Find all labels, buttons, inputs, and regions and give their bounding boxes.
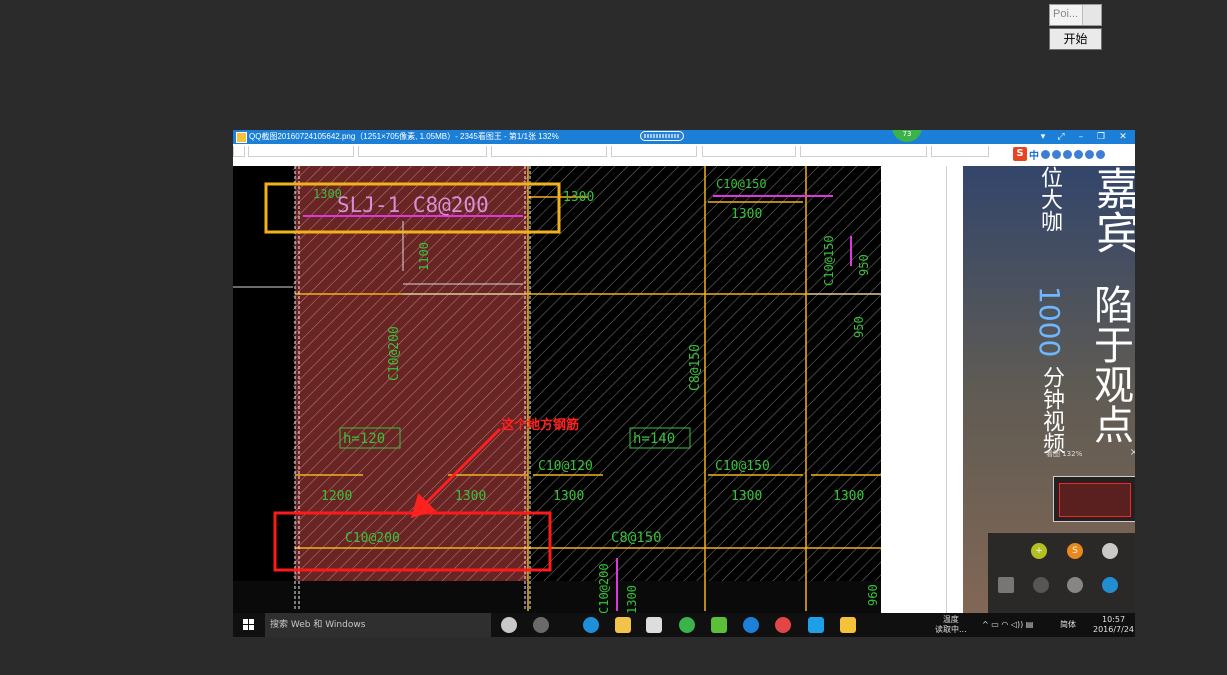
edge-icon[interactable]	[583, 617, 599, 633]
cad-label: 1300	[731, 207, 762, 222]
cad-label: 1200	[321, 489, 352, 504]
ad-big-text: 陷于观点	[1087, 284, 1133, 444]
toolbar-tab[interactable]	[800, 146, 927, 157]
weather-widget[interactable]: 温度 读取中...	[935, 615, 967, 635]
ad-blue-number: 1000	[1033, 286, 1066, 358]
plus-app-icon[interactable]	[808, 617, 824, 633]
restore-icon[interactable]: ❐	[1093, 130, 1109, 144]
display-icon[interactable]	[998, 577, 1014, 593]
cad-label: 1300	[563, 190, 594, 205]
thumbnail-label: 看图 132%	[1046, 450, 1083, 458]
g-app-icon[interactable]	[743, 617, 759, 633]
point-input-dropdown[interactable]	[1082, 5, 1101, 25]
cad-label: 1300	[455, 489, 486, 504]
toolbar-tab[interactable]	[248, 146, 354, 157]
iqiyi-icon[interactable]	[711, 617, 727, 633]
tray-overflow-popup: + S	[988, 533, 1135, 613]
toolbar-tab[interactable]	[358, 146, 487, 157]
cad-label: 950	[852, 316, 866, 338]
ime-mode[interactable]: 中	[1029, 147, 1039, 162]
cad-label: 1300	[833, 489, 864, 504]
progress-bar	[640, 131, 684, 141]
fullscreen-icon[interactable]: ⤢	[1053, 130, 1069, 144]
toolbar-tab[interactable]	[491, 146, 607, 157]
search-box[interactable]: 搜索 Web 和 Windows	[265, 613, 491, 637]
toolbar-tab[interactable]	[931, 146, 989, 157]
punctuation-icon[interactable]	[1052, 149, 1061, 159]
cad-label: h=120	[343, 431, 385, 447]
user-icon[interactable]	[1074, 149, 1083, 159]
ime-toolbar[interactable]: S 中	[1013, 147, 1105, 162]
speed-badge[interactable]: 73	[892, 130, 922, 142]
windows-start-icon[interactable]	[233, 613, 265, 637]
g-app2-icon[interactable]	[775, 617, 791, 633]
cad-label: C10@150	[716, 177, 767, 191]
cad-label: C8@150	[611, 530, 662, 546]
cad-label: 950	[857, 254, 871, 276]
sync-icon[interactable]: S	[1067, 543, 1083, 559]
cad-label: 1300	[553, 489, 584, 504]
cad-label: 960	[866, 584, 880, 606]
ad-small-text: 分钟视频	[1039, 366, 1064, 454]
headset-icon[interactable]	[1033, 577, 1049, 593]
thumbnail-close-icon[interactable]: ×	[1130, 447, 1135, 458]
point-input[interactable]: Poi...	[1049, 4, 1102, 26]
window-title: QQ截图20160724105642.png（1251×705像素, 1.05M…	[249, 132, 559, 141]
cad-label: SLJ-1 C8@200	[337, 193, 489, 217]
cad-label: C8@150	[688, 344, 703, 391]
360-icon[interactable]	[679, 617, 695, 633]
cad-label: 1300	[313, 187, 342, 201]
cad-label: C10@150	[822, 235, 836, 286]
folder-icon[interactable]	[615, 617, 631, 633]
blank-panel	[881, 166, 963, 613]
cad-label: C10@200	[345, 531, 400, 546]
cad-drawing: 这个地方钢筋 SLJ-1 C8@200 1300 1300 C10@150 13…	[233, 166, 881, 613]
fan-icon[interactable]	[501, 617, 517, 633]
skin-icon[interactable]	[1085, 149, 1094, 159]
cad-label: C10@120	[538, 459, 593, 474]
cloud-icon[interactable]	[1102, 543, 1118, 559]
taskbar: 搜索 Web 和 Windows 温度 读取中... ^ ▭ ◠ ◁)) ▤ 简…	[233, 613, 1135, 637]
toolbar-tab[interactable]	[702, 146, 796, 157]
weather-status: 读取中...	[935, 625, 967, 634]
ad-small-text: 位大咖	[1037, 166, 1062, 232]
cad-label: 1300	[731, 489, 762, 504]
image-viewer-icon[interactable]	[840, 617, 856, 633]
toolbar-tab[interactable]	[611, 146, 697, 157]
add-icon[interactable]: +	[1031, 543, 1047, 559]
moon-icon[interactable]	[1041, 149, 1050, 159]
title-bar: QQ截图20160724105642.png（1251×705像素, 1.05M…	[233, 130, 1135, 144]
viewer-toolbar: S 中	[233, 144, 1135, 167]
cad-label: C10@150	[715, 459, 770, 474]
cad-label: C10@200	[387, 326, 402, 381]
keyboard-icon[interactable]	[1063, 149, 1072, 159]
clock[interactable]: 10:57 2016/7/24	[1093, 615, 1134, 635]
point-input-value: Poi...	[1053, 8, 1079, 20]
image-viewer-window: QQ截图20160724105642.png（1251×705像素, 1.05M…	[233, 130, 1135, 637]
annotation-text: 这个地方钢筋	[501, 417, 579, 433]
app-icon	[236, 132, 247, 143]
toolbar-tab[interactable]	[233, 146, 245, 157]
minimize-icon[interactable]: –	[1073, 130, 1089, 144]
cad-label: 1100	[417, 242, 431, 271]
wrench-icon[interactable]	[1096, 149, 1105, 159]
start-button[interactable]: 开始	[1049, 28, 1102, 50]
weather-label: 温度	[942, 615, 959, 624]
ad-big-text: 嘉宾	[1088, 166, 1135, 254]
clock-time: 10:57	[1101, 615, 1126, 624]
person-icon[interactable]	[1067, 577, 1083, 593]
tray-icons[interactable]: ^ ▭ ◠ ◁)) ▤	[982, 620, 1033, 630]
clock-date: 2016/7/24	[1093, 625, 1135, 634]
cad-label: h=140	[633, 431, 675, 447]
sogou-logo-icon[interactable]: S	[1013, 147, 1027, 161]
qq-icon[interactable]	[1102, 577, 1118, 593]
cad-label: 1300	[625, 585, 639, 613]
thumbnail-navigator[interactable]: 看图 132% ×	[1046, 447, 1135, 522]
cad-label: C10@200	[597, 563, 611, 613]
menu-chevron-icon[interactable]: ▾	[1035, 130, 1051, 144]
close-icon[interactable]: ✕	[1115, 130, 1131, 144]
store-icon[interactable]	[646, 617, 662, 633]
browser-icon[interactable]	[533, 617, 549, 633]
language-indicator[interactable]: 简体	[1060, 620, 1076, 630]
